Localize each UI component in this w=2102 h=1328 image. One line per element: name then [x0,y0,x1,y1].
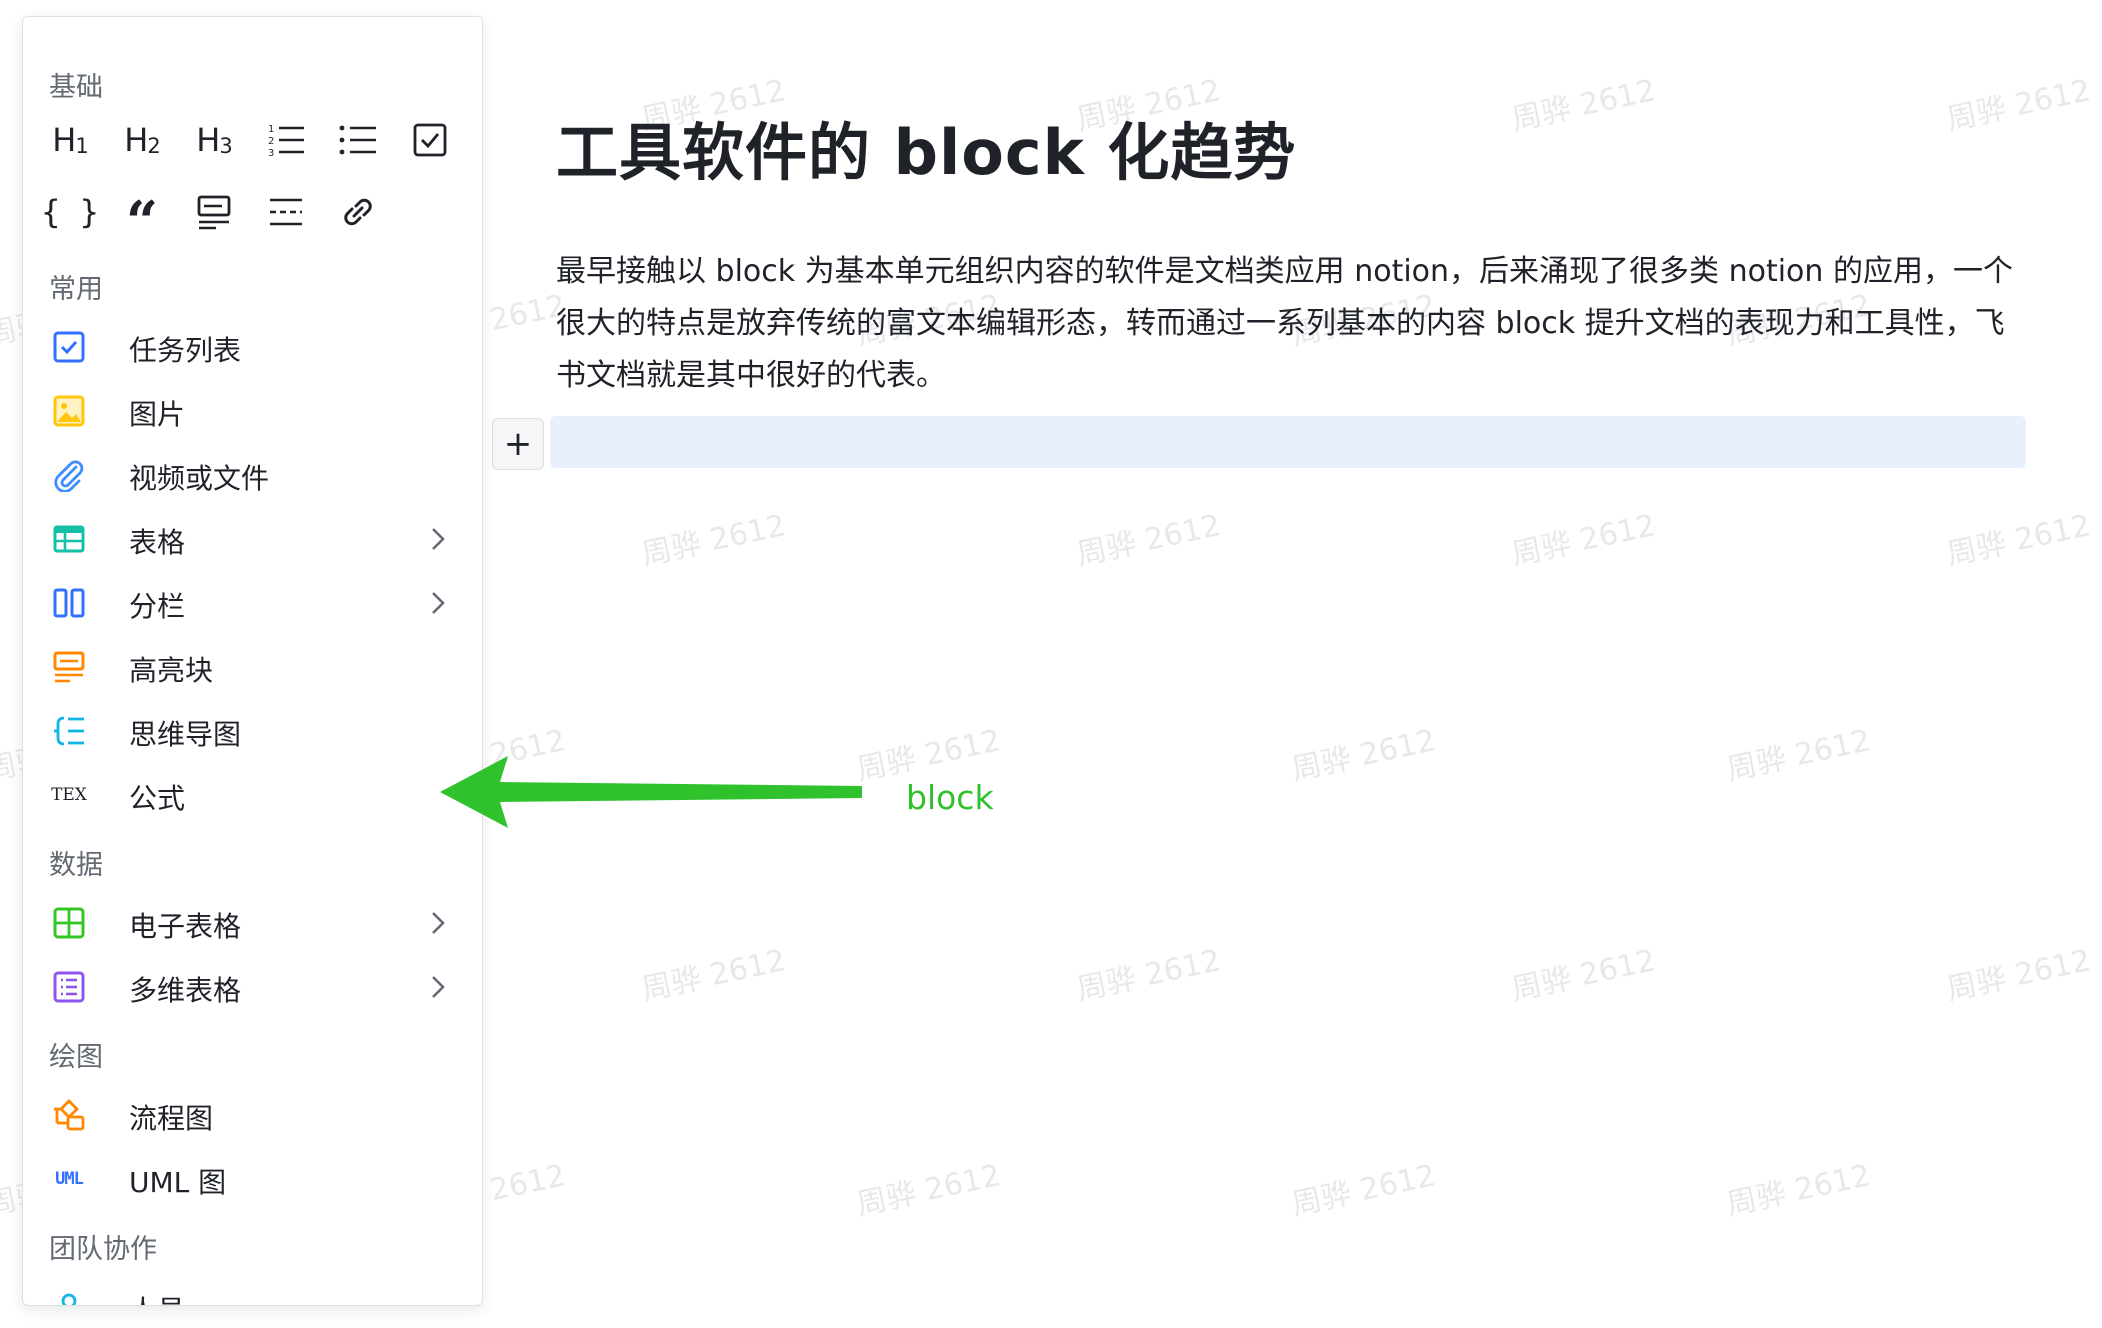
heading3-button[interactable]: H3 [185,111,243,169]
tex-icon: TEX [51,785,87,805]
menu-item-uml[interactable]: UML UML 图 [23,1147,480,1211]
heading1-button[interactable]: H1 [41,111,99,169]
new-block-placeholder[interactable] [550,416,2026,468]
annotation-arrow [440,756,862,828]
callout-icon [51,649,87,685]
mindmap-icon [51,713,87,749]
chevron-right-icon [432,976,445,998]
callout-outline-icon [197,195,231,230]
section-title-drawing: 绘图 [49,1042,103,1073]
person-icon [51,1289,87,1305]
watermark-text: 周骅 2612 [1943,73,2094,138]
heading2-icon: H2 [124,121,160,159]
bullet-list-icon [339,125,376,155]
checkbox-icon [413,123,447,157]
menu-item-label: 电子表格 [129,910,242,943]
watermark-text: 周骅 2612 [1508,73,1659,138]
menu-item-mindmap[interactable]: 思维导图 [23,699,480,763]
chevron-right-icon [432,912,445,934]
chevron-right-icon [432,528,445,550]
columns-icon [51,585,87,621]
ordered-list-button[interactable]: 1 2 3 [257,111,315,169]
watermark-text: 周骅 2612 [1943,508,2094,573]
menu-item-label: 多维表格 [129,974,242,1007]
watermark-text: 周骅 2612 [1288,723,1439,788]
plus-icon: + [503,424,533,464]
uml-icon: UML [55,1169,84,1189]
quote-button[interactable]: “ [113,183,171,255]
sheet-icon [51,905,87,941]
checkbox-button[interactable] [401,111,459,169]
flowchart-icon [51,1097,87,1133]
attachment-icon [51,457,87,493]
block-insert-menu: 基础 H1 H2 H3 1 2 3 { } “ 常用 任务列表 图片 视频或文件… [22,16,483,1306]
menu-item-flowchart[interactable]: 流程图 [23,1083,480,1147]
menu-item-table[interactable]: 表格 [23,507,480,571]
svg-text:3: 3 [268,148,274,159]
menu-item-person[interactable]: 人员 [23,1275,480,1305]
table-icon [51,521,87,557]
watermark-text: 周骅 2612 [1508,508,1659,573]
annotation-label: block [906,778,994,817]
menu-item-bitable[interactable]: 多维表格 [23,955,480,1019]
heading1-icon: H1 [52,121,88,159]
divider-button[interactable] [257,183,315,241]
menu-item-label: 思维导图 [129,718,242,751]
image-icon [51,393,87,429]
add-block-button[interactable]: + [492,418,544,470]
document-paragraph[interactable]: 最早接触以 block 为基本单元组织内容的软件是文档类应用 notion，后来… [556,246,2016,402]
link-icon [344,198,372,226]
watermark-text: 周骅 2612 [853,1158,1004,1223]
menu-item-label: UML 图 [129,1166,227,1199]
menu-item-formula[interactable]: TEX 公式 [23,763,480,827]
section-title-basic: 基础 [49,72,103,103]
watermark-text: 周骅 2612 [1943,943,2094,1008]
section-title-common: 常用 [49,274,103,305]
menu-item-label: 表格 [129,526,186,559]
menu-item-image[interactable]: 图片 [23,379,480,443]
divider-icon [270,198,302,226]
menu-item-label: 任务列表 [129,334,242,367]
ordered-list-icon: 1 2 3 [268,124,304,159]
menu-item-video-or-file[interactable]: 视频或文件 [23,443,480,507]
menu-item-label: 流程图 [129,1102,214,1135]
task-list-icon [51,329,87,365]
watermark-text: 周骅 2612 [1073,508,1224,573]
watermark-text: 周骅 2612 [638,943,789,1008]
section-title-team: 团队协作 [49,1234,157,1265]
menu-item-label: 高亮块 [129,654,214,687]
callout-basic-button[interactable] [185,183,243,241]
menu-item-task-list[interactable]: 任务列表 [23,315,480,379]
code-braces-icon: { } [41,193,99,231]
bitable-icon [51,969,87,1005]
menu-item-sheet[interactable]: 电子表格 [23,891,480,955]
watermark-text: 周骅 2612 [1288,1158,1439,1223]
section-title-data: 数据 [49,850,103,881]
watermark-text: 周骅 2612 [1723,723,1874,788]
menu-item-label: 图片 [129,398,186,431]
watermark-text: 周骅 2612 [1508,943,1659,1008]
svg-text:1: 1 [268,124,274,135]
menu-item-label: 视频或文件 [129,462,270,495]
svg-text:2: 2 [268,136,274,147]
document-title[interactable]: 工具软件的 block 化趋势 [556,102,1296,192]
menu-item-callout[interactable]: 高亮块 [23,635,480,699]
heading2-button[interactable]: H2 [113,111,171,169]
menu-item-columns[interactable]: 分栏 [23,571,480,635]
menu-item-label: 分栏 [129,590,186,623]
chevron-right-icon [432,592,445,614]
quote-icon: “ [125,189,159,255]
link-button[interactable] [329,183,387,241]
heading3-icon: H3 [196,121,232,159]
menu-item-label: 人员 [129,1289,185,1305]
watermark-text: 周骅 2612 [1073,943,1224,1008]
bullet-list-button[interactable] [329,111,387,169]
menu-item-label: 公式 [129,782,186,815]
watermark-text: 周骅 2612 [1723,1158,1874,1223]
watermark-text: 周骅 2612 [638,508,789,573]
code-block-button[interactable]: { } [41,183,99,241]
